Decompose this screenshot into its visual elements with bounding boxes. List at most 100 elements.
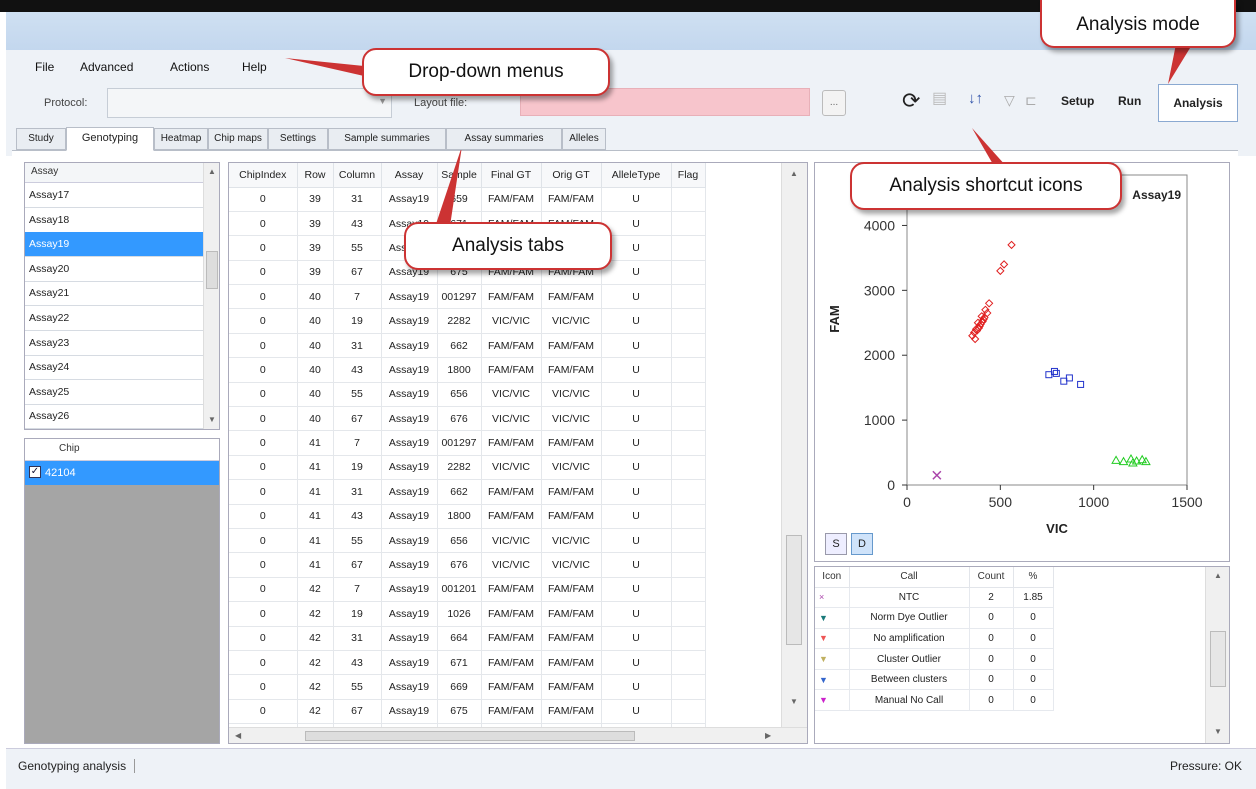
protocol-dropdown[interactable]: ▼: [107, 88, 392, 118]
table-scrollbar[interactable]: ▲ ▼: [781, 163, 807, 728]
scroll-down-icon[interactable]: ▼: [790, 697, 798, 706]
table-row[interactable]: 0 41 31 Assay19 662 FAM/FAM FAM/FAM U: [229, 479, 706, 505]
assay-item[interactable]: Assay22: [25, 306, 203, 331]
export-icon[interactable]: ⊏: [1025, 92, 1037, 109]
tab-heatmap[interactable]: Heatmap: [154, 128, 208, 150]
scatter-plot[interactable]: Assay19 0 1000 2000 3000 4000 0 500 1000 1500 VIC F…: [815, 163, 1231, 563]
calls-row[interactable]: × NTC 2 1.85: [815, 587, 1054, 609]
sort-icon[interactable]: ↓↑: [968, 90, 983, 107]
chip-checkbox[interactable]: ✓: [29, 466, 41, 478]
table-row[interactable]: 0 42 55 Assay19 669 FAM/FAM FAM/FAM U: [229, 674, 706, 700]
table-hscrollbar[interactable]: ◀ ▶: [229, 727, 807, 743]
filter-icon[interactable]: ▽: [1004, 92, 1015, 109]
table-cell: [671, 357, 706, 383]
table-row[interactable]: 0 40 19 Assay19 2282 VIC/VIC VIC/VIC U: [229, 308, 706, 334]
table-row[interactable]: 0 39 31 Assay19 659 FAM/FAM FAM/FAM U: [229, 187, 706, 212]
browse-button[interactable]: ...: [822, 90, 846, 116]
column-header[interactable]: Assay: [381, 163, 438, 188]
table-row[interactable]: 0 40 55 Assay19 656 VIC/VIC VIC/VIC U: [229, 382, 706, 408]
calls-column-header[interactable]: Call: [849, 567, 970, 588]
assay-item[interactable]: Assay17: [25, 183, 203, 208]
column-header[interactable]: ChipIndex: [229, 163, 298, 188]
table-row[interactable]: 0 42 43 Assay19 671 FAM/FAM FAM/FAM U: [229, 650, 706, 676]
menu-actions[interactable]: Actions: [170, 60, 209, 74]
column-header[interactable]: Sample: [437, 163, 482, 188]
tab-sample-summaries[interactable]: Sample summaries: [328, 128, 446, 150]
table-cell: U: [601, 552, 672, 578]
tab-settings[interactable]: Settings: [268, 128, 328, 150]
table-row[interactable]: 0 40 43 Assay19 1800 FAM/FAM FAM/FAM U: [229, 357, 706, 383]
chip-row[interactable]: ✓ 42104: [25, 461, 219, 485]
column-header[interactable]: Row: [297, 163, 334, 188]
tab-genotyping[interactable]: Genotyping: [66, 127, 154, 151]
table-row[interactable]: 0 42 67 Assay19 675 FAM/FAM FAM/FAM U: [229, 699, 706, 725]
table-row[interactable]: 0 40 31 Assay19 662 FAM/FAM FAM/FAM U: [229, 333, 706, 359]
calls-row[interactable]: ▼ No amplification 0 0: [815, 628, 1054, 650]
table-row[interactable]: 0 41 19 Assay19 2282 VIC/VIC VIC/VIC U: [229, 455, 706, 481]
column-header[interactable]: AlleleType: [601, 163, 672, 188]
scroll-left-icon[interactable]: ◀: [235, 731, 241, 740]
calls-row[interactable]: ▼ Manual No Call 0 0: [815, 689, 1054, 712]
scroll-right-icon[interactable]: ▶: [765, 731, 771, 740]
refresh-icon[interactable]: ⟳: [902, 88, 920, 114]
tab-alleles[interactable]: Alleles: [562, 128, 606, 150]
table-hscroll-thumb[interactable]: [305, 731, 635, 741]
column-header[interactable]: Flag: [671, 163, 706, 188]
tab-assay-summaries[interactable]: Assay summaries: [446, 128, 562, 150]
table-row[interactable]: 0 42 19 Assay19 1026 FAM/FAM FAM/FAM U: [229, 601, 706, 627]
calls-column-header[interactable]: Icon: [815, 567, 850, 588]
column-header[interactable]: Final GT: [481, 163, 542, 188]
table-scroll-thumb[interactable]: [786, 535, 802, 645]
scroll-up-icon[interactable]: ▲: [1214, 571, 1222, 580]
calls-column-header[interactable]: %: [1013, 567, 1054, 588]
scroll-down-icon[interactable]: ▼: [1214, 727, 1222, 736]
table-row[interactable]: 0 41 43 Assay19 1800 FAM/FAM FAM/FAM U: [229, 504, 706, 529]
setup-button[interactable]: Setup: [1061, 94, 1094, 108]
scroll-up-icon[interactable]: ▲: [790, 169, 798, 178]
calls-scrollbar[interactable]: ▲ ▼: [1205, 567, 1229, 743]
calls-row[interactable]: ▼ Cluster Outlier 0 0: [815, 648, 1054, 670]
calls-row[interactable]: ▼ Norm Dye Outlier 0 0: [815, 607, 1054, 629]
assay-item[interactable]: Assay18: [25, 208, 203, 233]
calls-scroll-thumb[interactable]: [1210, 631, 1226, 687]
scroll-down-icon[interactable]: ▼: [208, 415, 216, 424]
assay-item[interactable]: Assay26: [25, 404, 203, 429]
table-row[interactable]: 0 40 67 Assay19 676 VIC/VIC VIC/VIC U: [229, 406, 706, 432]
assay-item[interactable]: Assay20: [25, 257, 203, 282]
assay-item[interactable]: Assay24: [25, 355, 203, 381]
table-row[interactable]: 0 41 7 Assay19 001297 FAM/FAM FAM/FAM U: [229, 430, 706, 456]
analysis-mode-button[interactable]: Analysis: [1158, 84, 1238, 122]
table-cell: U: [601, 187, 672, 212]
table-row[interactable]: 0 42 7 Assay19 001201 FAM/FAM FAM/FAM U: [229, 577, 706, 603]
menu-file[interactable]: File: [35, 60, 54, 74]
column-header[interactable]: Orig GT: [541, 163, 602, 188]
bar-chart-icon[interactable]: ▤: [932, 88, 947, 108]
assay-item[interactable]: Assay19: [25, 232, 203, 258]
s-button[interactable]: S: [825, 533, 847, 555]
assay-scrollbar[interactable]: ▲ ▼: [203, 163, 219, 429]
table-row[interactable]: 0 41 67 Assay19 676 VIC/VIC VIC/VIC U: [229, 552, 706, 578]
tab-chip-maps[interactable]: Chip maps: [208, 128, 268, 150]
table-row[interactable]: 0 41 55 Assay19 656 VIC/VIC VIC/VIC U: [229, 528, 706, 554]
table-cell: 0: [229, 260, 298, 286]
column-header[interactable]: Column: [333, 163, 382, 188]
run-button[interactable]: Run: [1118, 94, 1141, 108]
d-button[interactable]: D: [851, 533, 873, 555]
table-cell: 656: [437, 382, 482, 408]
menu-help[interactable]: Help: [242, 60, 267, 74]
assay-item[interactable]: Assay21: [25, 281, 203, 307]
menu-advanced[interactable]: Advanced: [80, 60, 133, 74]
table-cell: 0: [229, 187, 298, 212]
table-cell: U: [601, 528, 672, 554]
table-cell: [671, 626, 706, 651]
table-row[interactable]: 0 40 7 Assay19 001297 FAM/FAM FAM/FAM U: [229, 284, 706, 310]
table-cell: 39: [297, 260, 334, 286]
tab-study[interactable]: Study: [16, 128, 66, 150]
table-row[interactable]: 0 42 31 Assay19 664 FAM/FAM FAM/FAM U: [229, 626, 706, 651]
assay-scroll-thumb[interactable]: [206, 251, 218, 289]
calls-column-header[interactable]: Count: [969, 567, 1014, 588]
assay-item[interactable]: Assay23: [25, 331, 203, 356]
calls-row[interactable]: ▼ Between clusters 0 0: [815, 669, 1054, 691]
assay-item[interactable]: Assay25: [25, 380, 203, 405]
scroll-up-icon[interactable]: ▲: [208, 167, 216, 176]
